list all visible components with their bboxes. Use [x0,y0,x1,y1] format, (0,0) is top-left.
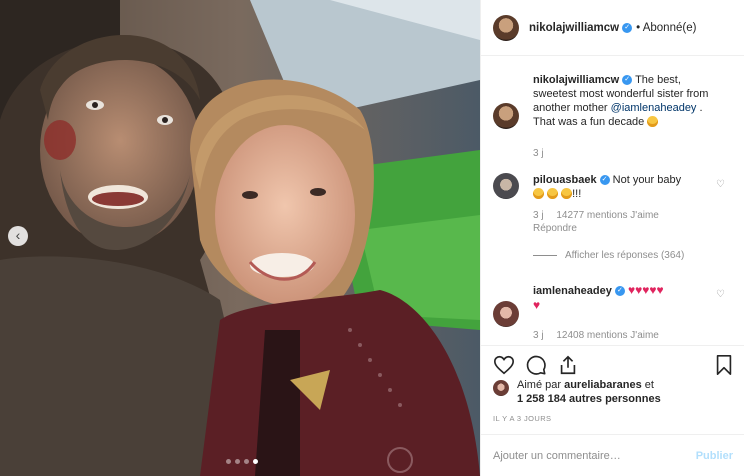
likes-prefix: Aimé par [517,379,565,391]
add-comment-bar: Publier [481,434,744,476]
author-username[interactable]: nikolajwilliamcw [529,22,619,34]
follow-status[interactable]: • Abonné(e) [636,22,696,34]
comment-age[interactable]: 3 j [533,330,544,341]
author-avatar[interactable] [493,14,519,41]
caption-username[interactable]: nikolajwilliamcw [533,74,619,86]
liker-username[interactable]: aureliabaranes [564,379,642,391]
laughing-emoji-icon [533,188,544,199]
heart-outline-icon[interactable]: ♡ [716,179,725,190]
carousel-previous-button[interactable]: ‹ [8,226,28,246]
verified-badge-icon: ✓ [622,75,633,86]
comment-suffix: !!! [572,188,582,200]
likes-summary: Aimé par aureliabaranes et 1 258 184 aut… [493,378,661,406]
comment-age[interactable]: 3 j [533,210,544,221]
post-photo[interactable]: ‹ [0,0,480,476]
caption: nikolajwilliamcw ✓ The best, sweetest mos… [493,73,725,160]
red-heart-emoji-icon: ♥ [656,283,664,297]
likes-count-button[interactable]: 1 258 184 autres personnes [517,393,661,405]
caption-age[interactable]: 3 j [533,148,544,159]
post-actions [481,345,744,382]
view-replies-button[interactable]: Afficher les réponses (364) [533,250,684,261]
carousel-indicator [226,459,258,464]
comment-icon[interactable] [525,354,547,376]
comments-list[interactable]: nikolajwilliamcw ✓ The best, sweetest mos… [481,57,744,345]
caption-mention[interactable]: @iamlenaheadey [611,102,697,114]
red-heart-emoji-icon: ♥ [533,298,541,312]
commenter-avatar[interactable] [493,301,519,327]
laughing-emoji-icon [561,188,573,199]
bookmark-icon[interactable] [713,354,735,376]
comment: pilouasbaek ✓ Not your baby !!! ♡ 3 j 142… [493,173,725,235]
verified-badge-icon: ✓ [599,175,610,186]
view-replies-label: Afficher les réponses (364) [565,250,685,261]
carousel-dot-active [253,459,258,464]
comment-username[interactable]: iamlenaheadey [533,285,612,297]
comment-likes[interactable]: 12408 mentions J'aime [556,330,659,341]
comment-likes[interactable]: 14277 mentions J'aime [556,210,659,221]
divider [533,254,557,256]
carousel-dot [244,459,249,464]
publish-button[interactable]: Publier [696,450,733,462]
kissing-face-emoji-icon [647,116,659,127]
verified-badge-icon: ✓ [614,286,625,297]
comment: iamlenaheadey ✓ ♥♥♥♥♥ ♥ ♡ 3 j 12408 menti… [493,283,725,342]
likes-middle: et [641,379,654,391]
post-header: nikolajwilliamcw ✓ • Abonné(e) [481,0,744,56]
red-heart-emoji-icon: ♥ [627,283,636,297]
heart-icon[interactable] [493,354,515,376]
comment-username[interactable]: pilouasbaek [533,174,597,186]
chevron-left-icon: ‹ [15,227,21,243]
carousel-dot [226,459,231,464]
post-sidebar: nikolajwilliamcw ✓ • Abonné(e) nikolajwi… [480,0,744,476]
comment-input[interactable] [493,449,696,462]
comment-text: Not your baby [612,174,682,186]
laughing-emoji-icon [547,188,559,199]
selfie-photo-illustration [0,0,480,476]
heart-outline-icon[interactable]: ♡ [716,289,725,300]
liker-avatar[interactable] [493,380,509,396]
post-date[interactable]: IL Y A 3 JOURS [493,414,551,423]
verified-badge-icon: ✓ [622,22,633,33]
reply-button[interactable]: Répondre [533,223,577,234]
instagram-post-modal: ‹ nikolajwilliamcw ✓ • Abonné(e) nikolaj… [0,0,744,476]
carousel-dot [235,459,240,464]
caption-avatar[interactable] [493,103,519,129]
commenter-avatar[interactable] [493,173,519,199]
share-icon[interactable] [557,354,579,376]
